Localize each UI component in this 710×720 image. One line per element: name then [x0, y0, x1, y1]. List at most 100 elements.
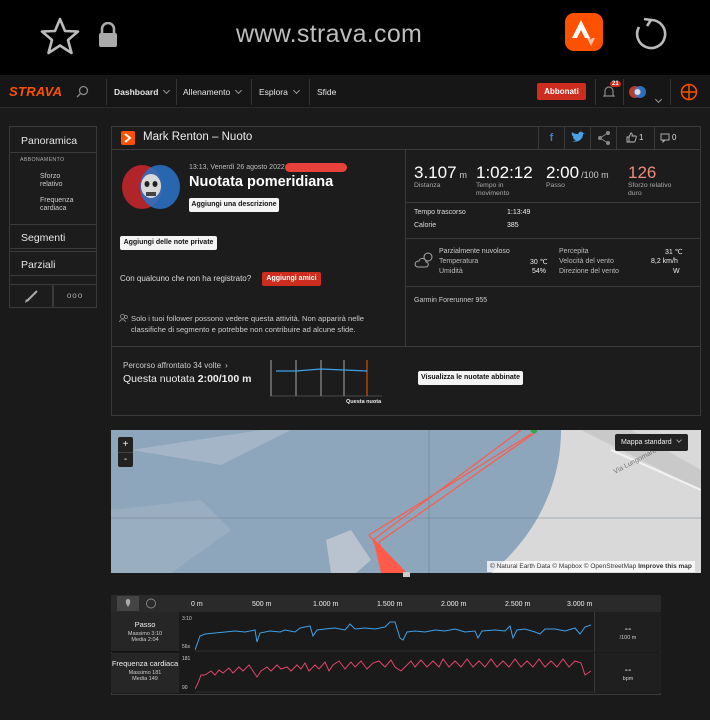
subscribe-button[interactable]: Abbonati — [537, 83, 586, 100]
activity-name[interactable]: Nuotata pomeridiana — [189, 174, 333, 190]
stat-distance: 3.107 m — [414, 163, 468, 182]
chevron-down-icon[interactable] — [654, 95, 663, 104]
map[interactable]: Via Lungomare di P — [111, 430, 701, 573]
twitter-icon — [571, 131, 585, 142]
map-attribution: © Natural Earth Data © Mapbox © OpenStre… — [487, 561, 695, 572]
chevron-down-icon — [675, 437, 682, 443]
kudos-button[interactable]: 1 — [616, 126, 654, 150]
sidebar — [9, 126, 97, 306]
activity-header-title: Mark Renton – Nuoto — [143, 131, 253, 143]
temperature-value: 30 ℃ — [530, 259, 548, 266]
chevron-down-icon — [292, 86, 300, 95]
pace-chart[interactable] — [195, 612, 593, 652]
view-matched-swims-button[interactable]: Visualizza le nuotate abbinate — [418, 371, 523, 385]
wind-direction-value: W — [673, 268, 680, 275]
nav-challenges[interactable]: Sfide — [317, 87, 336, 97]
upload-plus-icon[interactable] — [679, 83, 699, 101]
pace-readout: -- /100 m — [594, 612, 661, 652]
sidebar-item-splits[interactable]: Parziali — [9, 251, 97, 276]
calories-value: 385 — [507, 222, 519, 229]
clock-icon — [146, 598, 156, 609]
nav-dashboard[interactable]: Dashboard — [114, 86, 171, 97]
pace-axis-top: 3:10 — [182, 616, 192, 622]
nav-explore[interactable]: Esplora — [259, 86, 300, 97]
kudos-count: 1 — [639, 133, 644, 142]
distance-tick: 500 m — [252, 601, 272, 608]
distance-tick: 2.000 m — [441, 601, 467, 608]
zoom-in-button[interactable]: + — [118, 437, 133, 452]
notification-count-badge: 21 — [610, 81, 621, 87]
partly-cloudy-icon — [414, 252, 433, 268]
distance-tick: 1.000 m — [313, 601, 339, 608]
share-facebook-button[interactable]: f — [538, 126, 564, 150]
edit-button[interactable] — [9, 284, 53, 308]
with-someone-text: Con qualcuno che non ha registrato? — [120, 274, 252, 283]
add-private-notes-button[interactable]: Aggiungi delle note private — [120, 236, 217, 250]
feels-like-value: 31 ℃ — [665, 249, 683, 256]
calories-label: Calorie — [414, 222, 437, 229]
map-resize-handle[interactable] — [403, 572, 410, 577]
share-twitter-button[interactable] — [564, 126, 590, 150]
strava-navbar: STRAVA Dashboard Allenamento Esplora Sfi… — [0, 75, 710, 108]
sidebar-item-segments[interactable]: Segmenti — [9, 224, 97, 249]
swim-activity-icon — [121, 131, 135, 145]
route-matches-link[interactable]: Percorso affrontato 34 volte › — [123, 361, 228, 370]
comment-icon — [660, 133, 670, 143]
strava-logo-icon — [572, 20, 595, 46]
avatar[interactable] — [628, 83, 648, 101]
share-button[interactable] — [590, 126, 616, 150]
wind-speed-label: Velocità del vento — [559, 258, 614, 265]
humidity-label: Umidità — [439, 268, 463, 275]
location-pin-icon — [125, 599, 131, 607]
address-bar-url[interactable]: www.strava.com — [236, 20, 422, 49]
heart-rate-chart[interactable] — [195, 653, 593, 693]
humidity-value: 54% — [532, 268, 547, 275]
search-icon[interactable] — [76, 85, 89, 98]
add-friends-button[interactable]: Aggiungi amici — [262, 272, 321, 286]
pace-axis-bottom: 56s — [182, 644, 191, 650]
athlete-avatar[interactable] — [120, 162, 182, 212]
chevron-down-icon — [235, 86, 243, 95]
wind-speed-value: 8,2 km/h — [651, 258, 678, 265]
zoom-out-button[interactable]: - — [118, 452, 133, 467]
strava-extension-button[interactable] — [565, 13, 603, 51]
map-style-dropdown[interactable]: Mappa standard — [615, 434, 688, 451]
reload-icon[interactable] — [632, 15, 670, 53]
bookmark-star-icon[interactable] — [40, 16, 80, 56]
feels-like-label: Percepita — [559, 248, 589, 255]
lock-icon — [99, 22, 117, 47]
comment-button[interactable]: 0 — [654, 126, 684, 150]
sidebar-section-subscription: ABBONAMENTO — [20, 157, 65, 163]
sidebar-item-heart-rate[interactable]: Frequenza cardiaca — [40, 197, 85, 213]
sidebar-item-overview[interactable]: Panoramica — [9, 126, 97, 153]
followers-icon — [119, 314, 128, 323]
distance-tick: 2.500 m — [505, 601, 531, 608]
weather-condition: Parzialmente nuvoloso — [439, 248, 510, 255]
map-canvas[interactable]: Via Lungomare di P — [111, 430, 701, 573]
matched-swims-chart[interactable] — [270, 358, 382, 400]
thumbs-up-icon — [626, 132, 637, 143]
sidebar-item-relative-effort[interactable]: Sforzo relativo — [40, 173, 80, 189]
improve-map-link[interactable]: Improve this map — [638, 563, 692, 570]
stat-moving-time: 1:02:12 — [476, 163, 533, 182]
elapsed-time-value: 1:13:49 — [507, 209, 531, 216]
add-description-button[interactable]: Aggiungi una descrizione — [189, 198, 279, 212]
distance-tick: 1.500 m — [377, 601, 403, 608]
strava-logo[interactable]: STRAVA — [9, 84, 62, 99]
clock-toggle[interactable] — [140, 596, 162, 611]
share-icon — [598, 131, 610, 145]
hr-axis-top: 181 — [182, 656, 191, 662]
redaction-mark — [285, 163, 347, 172]
pace-series-line — [195, 621, 592, 651]
map-marker-toggle[interactable] — [117, 596, 139, 611]
nav-training[interactable]: Allenamento — [183, 86, 243, 97]
bell-icon[interactable] — [603, 85, 615, 99]
distance-tick: 3.000 m — [567, 601, 593, 608]
zoom-controls: + - — [118, 437, 133, 467]
more-actions-button[interactable]: ooo — [53, 284, 97, 308]
heart-rate-row-label: Frequenza cardiaca Massimo 181 Media 149 — [111, 653, 179, 693]
stat-relative-effort-label: Sforzo relativo duro — [628, 182, 672, 197]
temperature-label: Temperatura — [439, 258, 479, 265]
stat-relative-effort[interactable]: 126 — [628, 163, 656, 183]
hr-axis-bottom: 90 — [182, 685, 188, 691]
